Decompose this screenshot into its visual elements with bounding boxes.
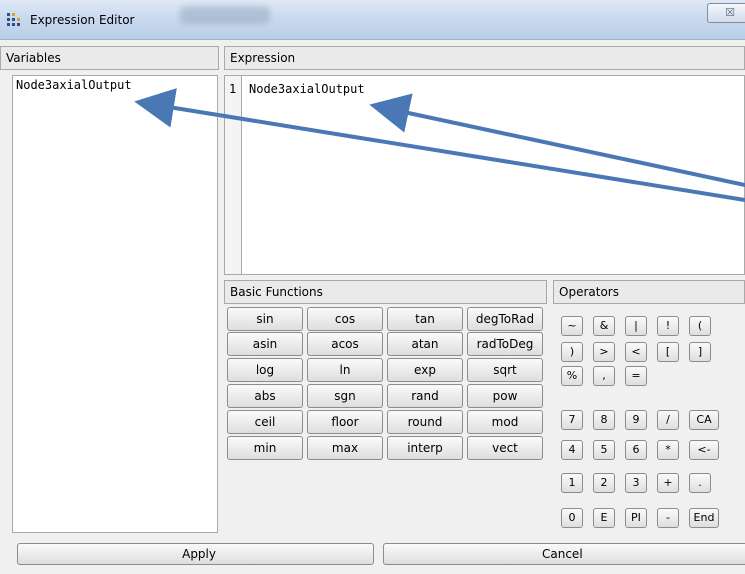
operator-button-ca[interactable]: CA	[689, 410, 719, 430]
operator-button-minus[interactable]: -	[657, 508, 679, 528]
operator-button-9[interactable]: 9	[625, 410, 647, 430]
variables-header-label: Variables	[6, 51, 61, 65]
function-button-round[interactable]: round	[387, 410, 463, 434]
expression-header: Expression	[224, 46, 745, 70]
operator-button-dot[interactable]: .	[689, 473, 711, 493]
variables-list[interactable]: Node3axialOutput	[12, 75, 218, 533]
variables-header: Variables	[0, 46, 219, 70]
operator-button-and[interactable]: &	[593, 316, 615, 336]
function-button-cos[interactable]: cos	[307, 307, 383, 331]
operator-button-3[interactable]: 3	[625, 473, 647, 493]
function-button-degtorad[interactable]: degToRad	[467, 307, 543, 331]
apply-button[interactable]: Apply	[17, 543, 374, 565]
close-icon: ☒	[725, 6, 735, 19]
variable-item[interactable]: Node3axialOutput	[16, 78, 132, 92]
operator-button-5[interactable]: 5	[593, 440, 615, 460]
operator-button-2[interactable]: 2	[593, 473, 615, 493]
window-title: Expression Editor	[30, 13, 135, 27]
function-button-sgn[interactable]: sgn	[307, 384, 383, 408]
operator-button-rparen[interactable]: )	[561, 342, 583, 362]
expression-editor-window: Variables Node3axialOutput Expression 1 …	[0, 40, 745, 574]
expression-editor[interactable]: 1 Node3axialOutput	[224, 75, 745, 275]
operator-button-not[interactable]: !	[657, 316, 679, 336]
operator-button-1[interactable]: 1	[561, 473, 583, 493]
function-button-rand[interactable]: rand	[387, 384, 463, 408]
function-button-vect[interactable]: vect	[467, 436, 543, 460]
operator-button-comma[interactable]: ,	[593, 366, 615, 386]
function-button-abs[interactable]: abs	[227, 384, 303, 408]
operator-button-multiply[interactable]: *	[657, 440, 679, 460]
operator-button-6[interactable]: 6	[625, 440, 647, 460]
function-button-tan[interactable]: tan	[387, 307, 463, 331]
function-button-sqrt[interactable]: sqrt	[467, 358, 543, 382]
function-button-sin[interactable]: sin	[227, 307, 303, 331]
function-button-pow[interactable]: pow	[467, 384, 543, 408]
operator-button-4[interactable]: 4	[561, 440, 583, 460]
apply-button-label: Apply	[182, 547, 216, 561]
operators-header: Operators	[553, 280, 745, 304]
function-button-ln[interactable]: ln	[307, 358, 383, 382]
operator-button-e[interactable]: E	[593, 508, 615, 528]
operator-button-percent[interactable]: %	[561, 366, 583, 386]
expression-header-label: Expression	[230, 51, 296, 65]
grid-dots-icon	[7, 13, 20, 26]
cancel-button[interactable]: Cancel	[383, 543, 745, 565]
operator-button-lt[interactable]: <	[625, 342, 647, 362]
operator-button-divide[interactable]: /	[657, 410, 679, 430]
function-button-max[interactable]: max	[307, 436, 383, 460]
operator-button-0[interactable]: 0	[561, 508, 583, 528]
function-button-asin[interactable]: asin	[227, 332, 303, 356]
function-button-min[interactable]: min	[227, 436, 303, 460]
operator-button-backspace[interactable]: <-	[689, 440, 719, 460]
operator-button-or[interactable]: |	[625, 316, 647, 336]
function-button-interp[interactable]: interp	[387, 436, 463, 460]
operator-button-lparen[interactable]: (	[689, 316, 711, 336]
operator-button-8[interactable]: 8	[593, 410, 615, 430]
function-button-atan[interactable]: atan	[387, 332, 463, 356]
operator-button-plus[interactable]: +	[657, 473, 679, 493]
line-number: 1	[229, 82, 237, 96]
function-button-radtodeg[interactable]: radToDeg	[467, 332, 543, 356]
close-button[interactable]: ☒	[707, 3, 745, 23]
operator-button-rbracket[interactable]: ]	[689, 342, 711, 362]
function-button-mod[interactable]: mod	[467, 410, 543, 434]
cancel-button-label: Cancel	[542, 547, 583, 561]
basic-functions-header-label: Basic Functions	[230, 285, 323, 299]
operators-header-label: Operators	[559, 285, 619, 299]
basic-functions-header: Basic Functions	[224, 280, 547, 304]
line-gutter: 1	[225, 76, 242, 274]
operator-button-gt[interactable]: >	[593, 342, 615, 362]
title-bar-blur	[180, 6, 270, 24]
function-button-ceil[interactable]: ceil	[227, 410, 303, 434]
function-button-floor[interactable]: floor	[307, 410, 383, 434]
expression-text[interactable]: Node3axialOutput	[249, 82, 365, 96]
function-button-log[interactable]: log	[227, 358, 303, 382]
title-bar: Expression Editor ☒	[0, 0, 745, 40]
function-button-acos[interactable]: acos	[307, 332, 383, 356]
operator-button-pi[interactable]: PI	[625, 508, 647, 528]
operator-button-end[interactable]: End	[689, 508, 719, 528]
operator-button-7[interactable]: 7	[561, 410, 583, 430]
function-button-exp[interactable]: exp	[387, 358, 463, 382]
operator-button-equals[interactable]: =	[625, 366, 647, 386]
operator-button-tilde[interactable]: ~	[561, 316, 583, 336]
operator-button-lbracket[interactable]: [	[657, 342, 679, 362]
